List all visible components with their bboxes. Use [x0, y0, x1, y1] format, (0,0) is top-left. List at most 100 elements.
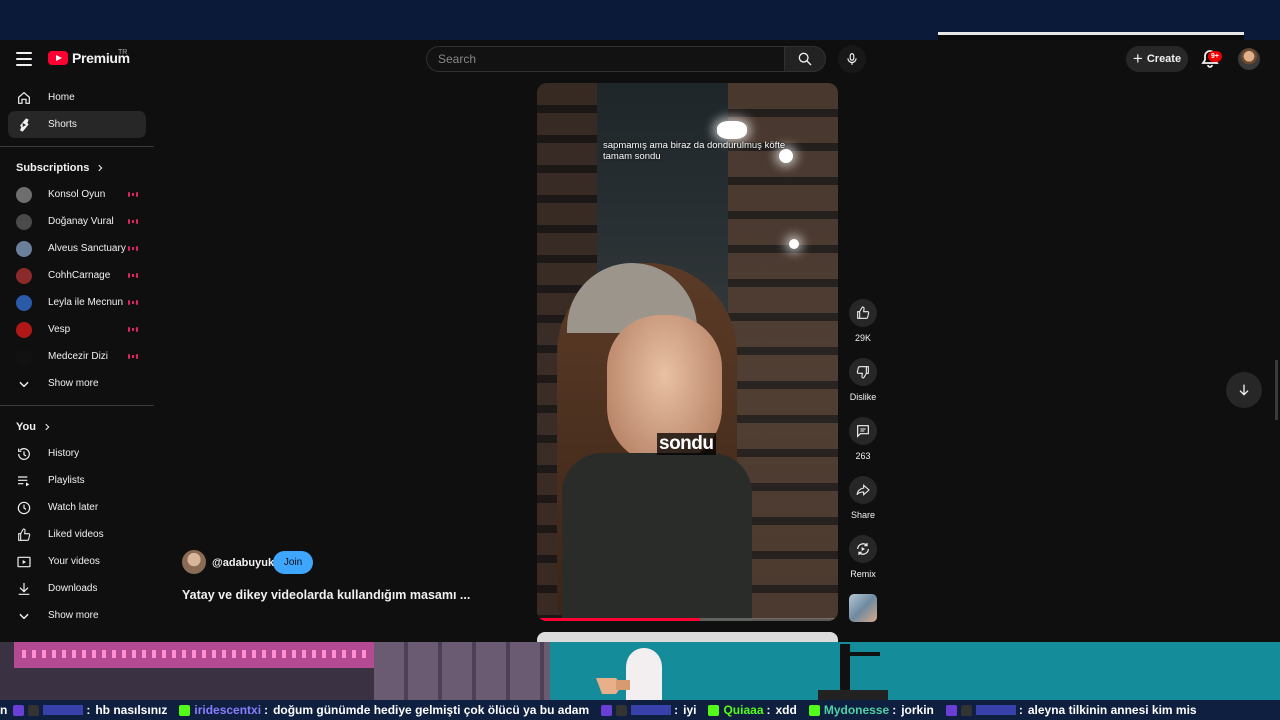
- subscriptions-title: Subscriptions: [16, 162, 90, 174]
- sidebar-item-label: Alveus Sanctuary: [48, 243, 126, 254]
- chat-text: xdd: [775, 703, 797, 717]
- sidebar-subscription-item[interactable]: Alveus Sanctuary: [8, 235, 146, 262]
- next-short-button[interactable]: [1226, 372, 1262, 408]
- dislike-label: Dislike: [849, 392, 877, 402]
- you-heading[interactable]: You: [8, 414, 146, 440]
- sidebar-item-label: Shorts: [48, 119, 77, 130]
- sidebar-item-label: History: [48, 448, 80, 459]
- video-frame-light: [789, 239, 799, 249]
- account-avatar[interactable]: [1238, 48, 1260, 70]
- menu-icon[interactable]: [12, 47, 36, 71]
- subscriptions-show-more[interactable]: Show more: [8, 370, 146, 397]
- sidebar-divider: [0, 405, 154, 406]
- chat-separator: :: [674, 703, 679, 717]
- game-scene-pink: [14, 642, 374, 668]
- game-pole: [818, 644, 888, 700]
- sidebar-subscription-item[interactable]: Vesp: [8, 316, 146, 343]
- sidebar-subscription-item[interactable]: Leyla ile Mecnun: [8, 289, 146, 316]
- history-icon: [16, 446, 32, 462]
- live-indicator-icon: [128, 273, 138, 278]
- chat-text: hb nasılsınız: [95, 703, 168, 717]
- search-button[interactable]: [784, 46, 826, 72]
- sidebar-item-liked-videos[interactable]: Liked videos: [8, 521, 146, 548]
- chat-username: [975, 705, 1016, 715]
- chat-ticker: n : hb nasılsınız iridescentxi: doğum günüm…: [0, 700, 1280, 720]
- chat-badge-icon: [179, 704, 191, 716]
- stream-game-overlay: [0, 642, 1280, 700]
- screen: Premium TR + Create 9+: [0, 0, 1280, 720]
- game-scene-wall: [374, 642, 550, 700]
- channel-avatar: [16, 213, 32, 230]
- sidebar-subscription-item[interactable]: Medcezir Dizi: [8, 343, 146, 370]
- search-icon: [798, 52, 812, 66]
- chat-text: doğum günümde hediye gelmişti çok ölücü …: [273, 703, 590, 717]
- sidebar-item-label: CohhCarnage: [48, 270, 111, 281]
- sidebar-item-shorts[interactable]: Shorts: [8, 111, 146, 138]
- sidebar-item-label: Your videos: [48, 556, 100, 567]
- chat-text: iyi: [683, 703, 697, 717]
- chat-separator: :: [892, 703, 897, 717]
- channel-avatar[interactable]: [182, 550, 206, 574]
- chat-badge-icon: [708, 704, 720, 716]
- sidebar-subscription-item[interactable]: Doğanay Vural: [8, 208, 146, 235]
- comment-count: 263: [855, 451, 871, 461]
- sidebar-item-playlists[interactable]: Playlists: [8, 467, 146, 494]
- voice-search-button[interactable]: [838, 45, 866, 73]
- chat-separator: :: [264, 703, 269, 717]
- dislike-action: Dislike: [846, 358, 880, 402]
- comments-button[interactable]: [849, 417, 877, 445]
- dislike-button[interactable]: [849, 358, 877, 386]
- liked-videos-icon: [16, 527, 32, 543]
- you-show-more[interactable]: Show more: [8, 602, 146, 629]
- search-input[interactable]: [426, 46, 784, 72]
- playlists-icon: [16, 473, 32, 489]
- audio-source-thumbnail[interactable]: [849, 594, 877, 622]
- channel-avatar: [16, 240, 32, 257]
- sidebar-item-your-videos[interactable]: Your videos: [8, 548, 146, 575]
- short-video-player[interactable]: sapmamış ama biraz da dondurulmuş köfte …: [537, 83, 838, 621]
- subscriptions-heading[interactable]: Subscriptions: [8, 155, 146, 181]
- game-character: [596, 648, 662, 700]
- chat-badge-icon: [28, 704, 40, 716]
- channel-avatar: [16, 267, 32, 284]
- chat-username: [43, 705, 84, 715]
- sidebar-subscription-item[interactable]: Konsol Oyun: [8, 181, 146, 208]
- channel-avatar: [16, 321, 32, 338]
- video-progress-fill: [537, 618, 700, 621]
- sidebar-item-watch-later[interactable]: Watch later: [8, 494, 146, 521]
- chat-username: Quiaaa: [723, 703, 764, 717]
- sidebar-item-downloads[interactable]: Downloads: [8, 575, 146, 602]
- notification-count-badge: 9+: [1208, 51, 1222, 62]
- thumbs-up-icon: [857, 306, 870, 319]
- chat-badge-icon: [13, 704, 25, 716]
- video-progress-bar[interactable]: [537, 618, 838, 621]
- sidebar-item-home[interactable]: Home: [8, 84, 146, 111]
- like-button[interactable]: [849, 299, 877, 327]
- channel-avatar: [16, 348, 32, 365]
- share-button[interactable]: [849, 476, 877, 504]
- channel-name[interactable]: @adabuyuk: [212, 557, 274, 569]
- chat-badge-icon: [960, 704, 972, 716]
- join-button[interactable]: Join: [273, 551, 313, 574]
- share-label: Share: [850, 510, 876, 520]
- live-indicator-icon: [128, 192, 138, 197]
- sidebar-subscription-item[interactable]: CohhCarnage: [8, 262, 146, 289]
- remix-button[interactable]: [849, 535, 877, 563]
- youtube-logo-icon: [48, 51, 68, 65]
- remix-icon: [857, 543, 869, 555]
- youtube-window: Premium TR + Create 9+: [0, 40, 1278, 642]
- video-frame-light: [717, 121, 747, 139]
- chevron-right-icon: [45, 423, 50, 431]
- sidebar-item-label: Liked videos: [48, 529, 104, 540]
- share-icon: [856, 484, 870, 496]
- video-caption-top: sapmamış ama biraz da dondurulmuş köfte …: [603, 140, 786, 162]
- chevron-right-icon: [98, 164, 103, 172]
- create-button[interactable]: + Create: [1126, 46, 1188, 72]
- sidebar-item-history[interactable]: History: [8, 440, 146, 467]
- sidebar-item-label: Downloads: [48, 583, 98, 594]
- sidebar-divider: [0, 146, 154, 147]
- short-title[interactable]: Yatay ve dikey videolarda kullandığım ma…: [182, 588, 470, 602]
- next-short-preview[interactable]: [537, 632, 838, 642]
- page-scrollbar[interactable]: [1275, 360, 1278, 420]
- chat-message: : aleyna tilkinin annesi kim mis: [945, 703, 1197, 717]
